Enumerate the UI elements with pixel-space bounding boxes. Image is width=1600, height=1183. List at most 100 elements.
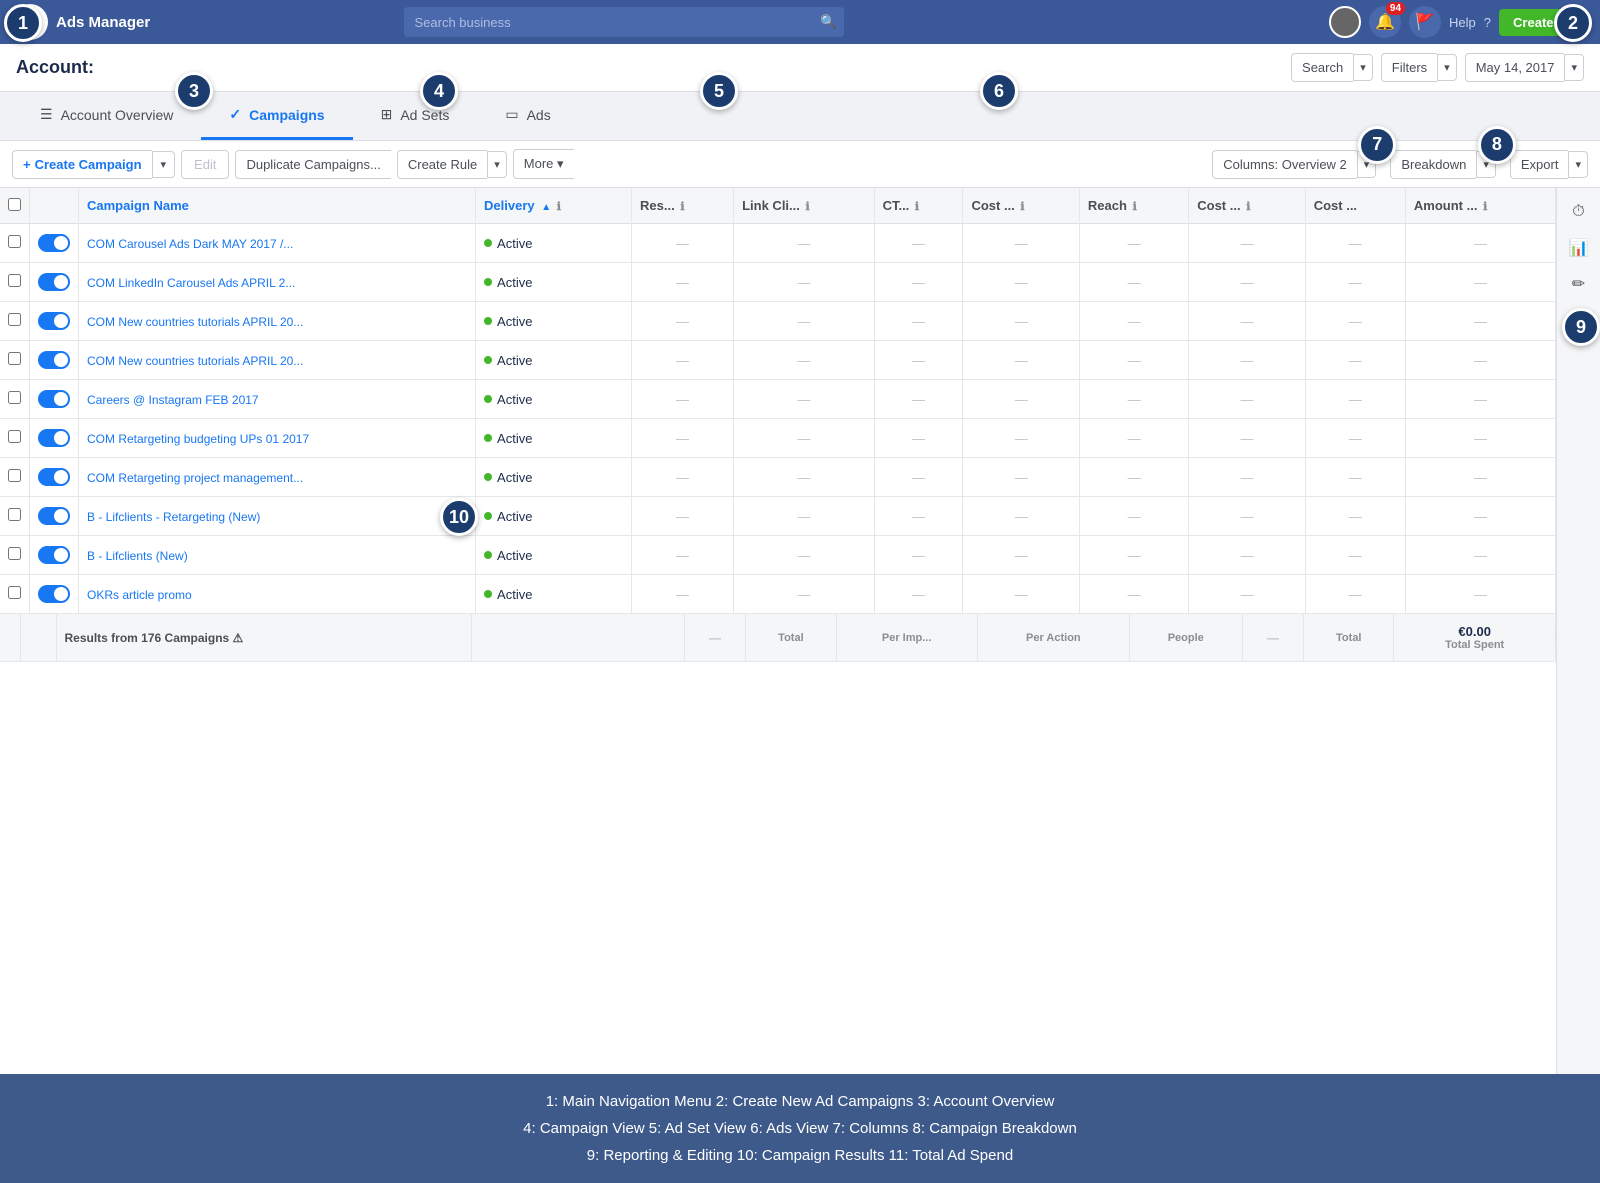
campaign-name[interactable]: B - Lifclients - Retargeting (New) — [87, 510, 260, 524]
row-cost-per-cell: — — [963, 302, 1079, 341]
row-checkbox[interactable] — [8, 508, 21, 521]
row-cost-per-cell: — — [963, 263, 1079, 302]
row-checkbox[interactable] — [8, 586, 21, 599]
amount-info-icon[interactable]: ℹ — [1483, 201, 1487, 213]
toggle-switch[interactable] — [38, 468, 70, 486]
row-link-clicks-cell: — — [734, 302, 874, 341]
tab-ad-sets[interactable]: ⊞ Ad Sets — [353, 92, 478, 140]
delivery-info-icon[interactable]: ℹ — [557, 201, 561, 213]
help-link[interactable]: Help — [1449, 15, 1476, 30]
row-checkbox[interactable] — [8, 547, 21, 560]
campaign-name[interactable]: Careers @ Instagram FEB 2017 — [87, 393, 259, 407]
breakdown-button[interactable]: Breakdown — [1390, 150, 1476, 179]
cost-per-info-icon[interactable]: ℹ — [1020, 201, 1024, 213]
row-checkbox[interactable] — [8, 274, 21, 287]
row-checkbox[interactable] — [8, 313, 21, 326]
row-results-cell: — — [632, 341, 734, 380]
campaign-name[interactable]: COM Retargeting budgeting UPs 01 2017 — [87, 432, 309, 446]
sidebar-clock-button[interactable]: ⏱ — [1563, 196, 1595, 228]
toggle-switch[interactable] — [38, 429, 70, 447]
export-arrow[interactable]: ▾ — [1568, 151, 1588, 178]
row-name-cell: Careers @ Instagram FEB 2017 — [79, 380, 476, 419]
row-checkbox[interactable] — [8, 235, 21, 248]
toggle-switch[interactable] — [38, 234, 70, 252]
row-name-cell: B - Lifclients (New) — [79, 536, 476, 575]
edit-button[interactable]: Edit — [181, 150, 229, 179]
row-delivery-cell: Active — [476, 419, 632, 458]
toggle-switch[interactable] — [38, 312, 70, 330]
duplicate-button[interactable]: Duplicate Campaigns... — [235, 150, 390, 179]
toggle-switch[interactable] — [38, 351, 70, 369]
create-campaign-arrow[interactable]: ▾ — [152, 151, 176, 178]
campaign-name[interactable]: COM New countries tutorials APRIL 20... — [87, 354, 303, 368]
row-checkbox[interactable] — [8, 391, 21, 404]
toggle-switch[interactable] — [38, 507, 70, 525]
filters-button[interactable]: Filters — [1381, 53, 1437, 82]
create-ad-button[interactable]: Create Ad — [1499, 9, 1588, 36]
sidebar-edit-button[interactable]: ✏ — [1563, 268, 1595, 300]
sidebar-chart-button[interactable]: 📊 — [1563, 232, 1595, 264]
date-button[interactable]: May 14, 2017 — [1465, 53, 1565, 82]
create-campaign-button[interactable]: + Create Campaign — [12, 150, 152, 179]
status-dot — [484, 278, 492, 286]
search-button[interactable]: Search — [1291, 53, 1353, 82]
create-rule-arrow[interactable]: ▾ — [487, 151, 507, 178]
sidebar-history-button[interactable]: 🕐 — [1563, 304, 1595, 336]
campaign-name[interactable]: COM New countries tutorials APRIL 20... — [87, 315, 303, 329]
more-button[interactable]: More ▾ — [513, 149, 574, 179]
row-cost-per-cell: — — [963, 458, 1079, 497]
annotation-10-wrapper: 10 — [440, 498, 478, 536]
total2-label: Total — [1304, 614, 1394, 662]
right-sidebar: ⏱ 📊 ✏ 🕐 9 — [1556, 188, 1600, 1074]
toggle-switch[interactable] — [38, 390, 70, 408]
search-dropdown-arrow[interactable]: ▾ — [1353, 54, 1373, 81]
notifications-button[interactable]: 🔔 94 — [1369, 6, 1401, 38]
campaign-name[interactable]: OKRs article promo — [87, 588, 192, 602]
nav-flag-button[interactable]: 🚩 — [1409, 6, 1441, 38]
toggle-switch[interactable] — [38, 546, 70, 564]
row-checkbox-cell — [0, 263, 30, 302]
campaign-name[interactable]: B - Lifclients (New) — [87, 549, 188, 563]
row-delivery-cell: Active — [476, 536, 632, 575]
results-info-icon[interactable]: ℹ — [680, 201, 684, 213]
export-button[interactable]: Export — [1510, 150, 1569, 179]
col-campaign-name[interactable]: Campaign Name — [79, 188, 476, 224]
tab-ads[interactable]: ▭ Ads — [477, 92, 578, 140]
toggle-switch[interactable] — [38, 273, 70, 291]
col-delivery[interactable]: Delivery ▲ ℹ — [476, 188, 632, 224]
columns-button[interactable]: Columns: Overview 2 — [1212, 150, 1357, 179]
campaign-name[interactable]: COM Carousel Ads Dark MAY 2017 /... — [87, 237, 293, 251]
status-dot — [484, 317, 492, 325]
tab-campaigns[interactable]: ✓ Campaigns — [201, 92, 352, 140]
campaign-name[interactable]: COM LinkedIn Carousel Ads APRIL 2... — [87, 276, 295, 290]
search-business-input[interactable] — [404, 7, 844, 37]
row-amount-cell: — — [1405, 380, 1555, 419]
table-row: B - Lifclients (New) Active — — — — — — … — [0, 536, 1556, 575]
columns-arrow[interactable]: ▾ — [1357, 151, 1377, 178]
row-ctr-cell: — — [874, 497, 963, 536]
reach-info-icon[interactable]: ℹ — [1133, 201, 1137, 213]
campaign-name[interactable]: COM Retargeting project management... — [87, 471, 303, 485]
status-dot — [484, 434, 492, 442]
row-checkbox[interactable] — [8, 430, 21, 443]
tab-ads-label: Ads — [527, 107, 551, 123]
ctr-info-icon[interactable]: ℹ — [915, 201, 919, 213]
row-checkbox[interactable] — [8, 469, 21, 482]
search-business-button[interactable]: 🔍 — [812, 7, 844, 37]
select-all-checkbox[interactable] — [8, 198, 21, 211]
breakdown-arrow[interactable]: ▾ — [1476, 151, 1496, 178]
cost-reach-info-icon[interactable]: ℹ — [1246, 201, 1250, 213]
row-checkbox-cell — [0, 302, 30, 341]
row-link-clicks-cell: — — [734, 224, 874, 263]
link-clicks-info-icon[interactable]: ℹ — [806, 201, 810, 213]
create-rule-button[interactable]: Create Rule — [397, 150, 487, 179]
date-dropdown-arrow[interactable]: ▾ — [1564, 54, 1584, 81]
toggle-switch[interactable] — [38, 585, 70, 603]
row-checkbox[interactable] — [8, 352, 21, 365]
row-checkbox-cell — [0, 380, 30, 419]
tab-account-overview[interactable]: ☰ Account Overview — [12, 92, 201, 140]
row-cost2-cell: — — [1305, 497, 1405, 536]
filters-dropdown-arrow[interactable]: ▾ — [1437, 54, 1457, 81]
row-link-clicks-cell: — — [734, 263, 874, 302]
row-delivery-cell: Active — [476, 302, 632, 341]
